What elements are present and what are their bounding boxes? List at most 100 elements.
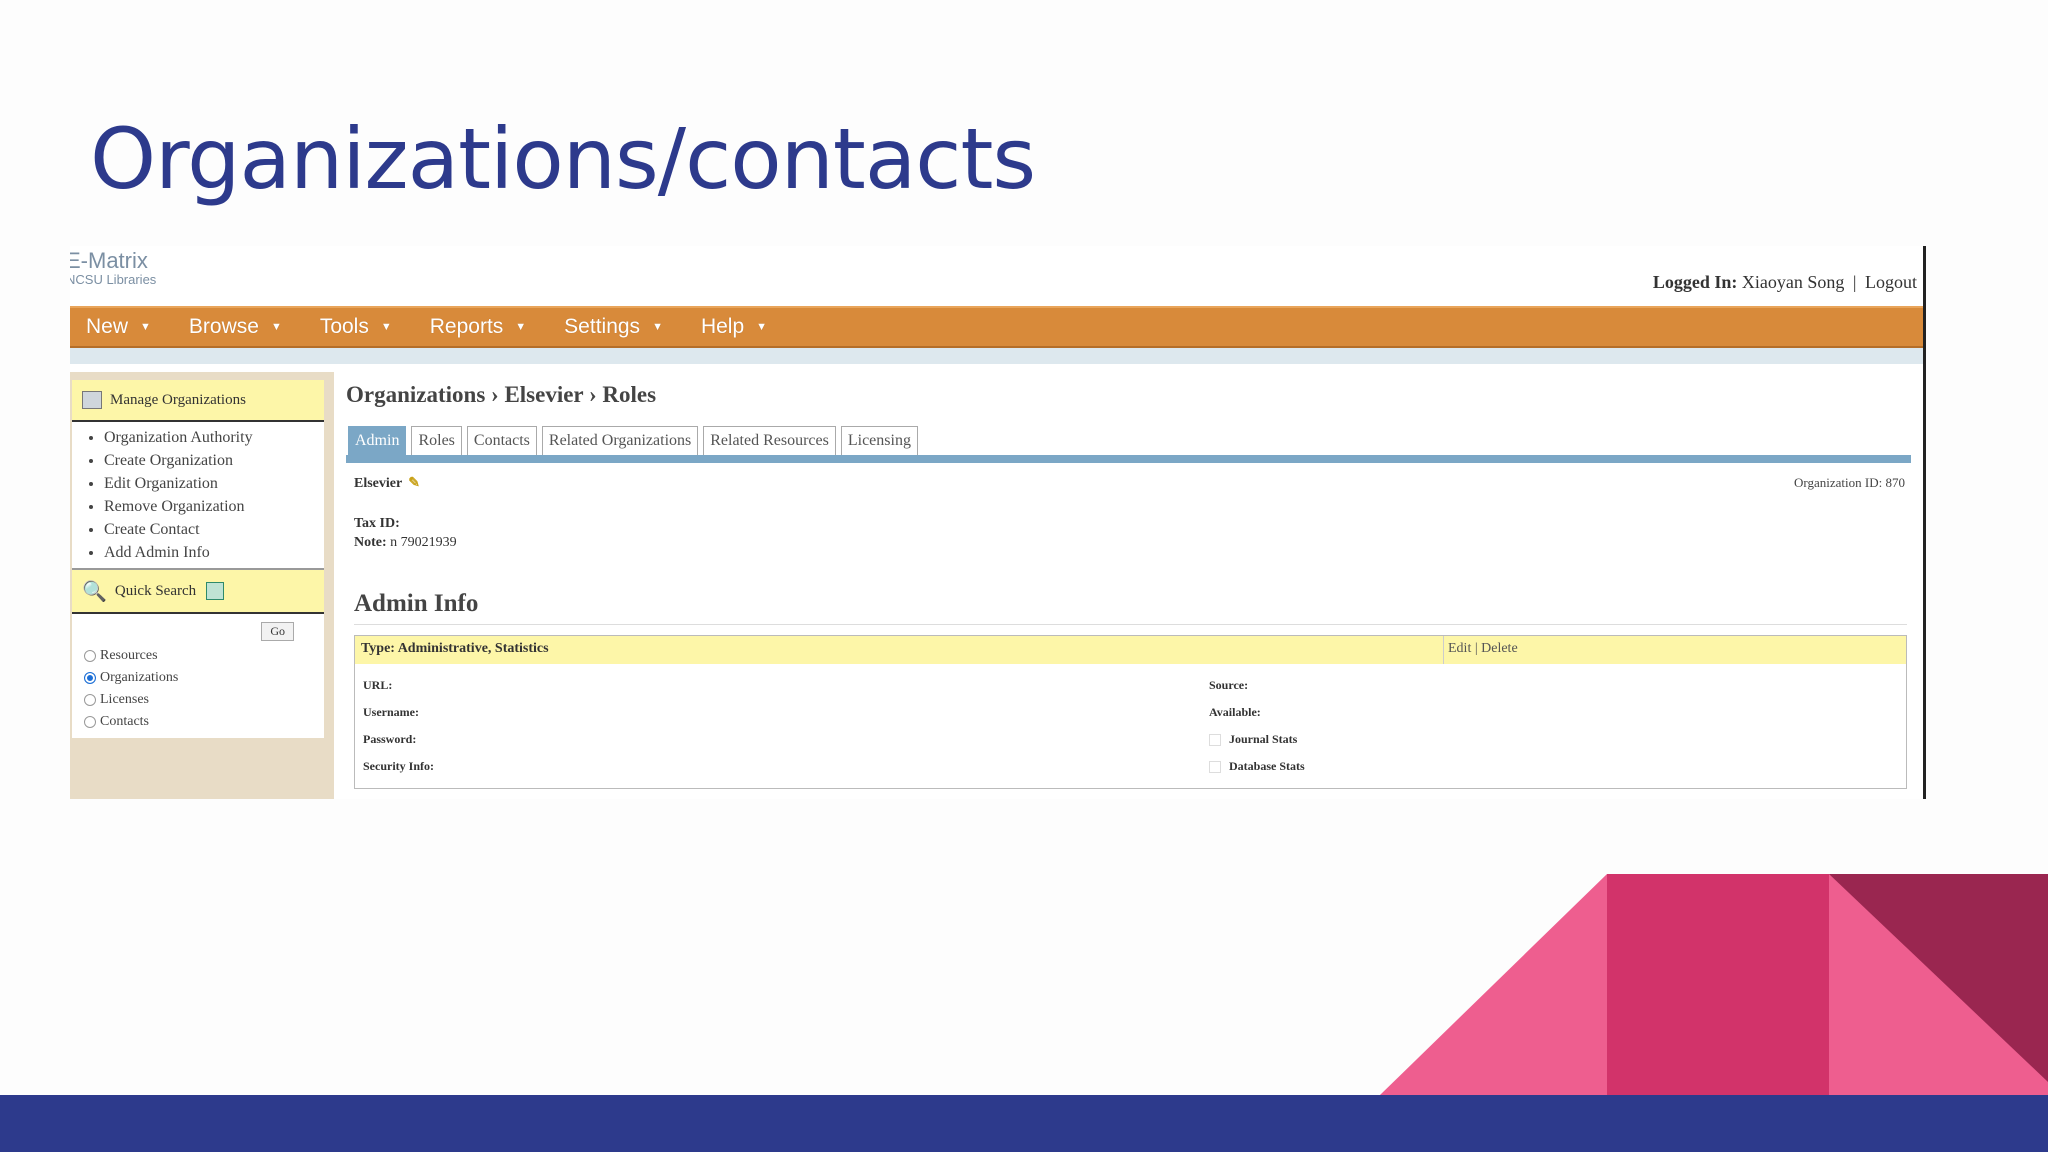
sidebar: Manage Organizations Organization Author… — [72, 380, 324, 738]
admin-info-title: Admin Info — [354, 590, 479, 617]
chevron-down-icon: ▼ — [756, 321, 768, 333]
checkbox[interactable] — [1209, 734, 1221, 747]
note-label: Note: — [354, 535, 387, 550]
quick-search-title: Quick Search — [114, 582, 197, 599]
nav-label: Browse — [188, 315, 259, 338]
url-label: URL: — [363, 678, 393, 692]
radio-label: Licenses — [100, 692, 149, 707]
chevron-down-icon: ▼ — [652, 321, 663, 333]
organization-details: Tax ID: Note: n 79021939 — [346, 514, 1923, 552]
note-value: n 79021939 — [390, 535, 457, 550]
radio-button-selected[interactable] — [84, 672, 96, 684]
admin-info-table: Type: Administrative, Statistics Edit | … — [354, 635, 1907, 789]
footer-band — [0, 1095, 2048, 1152]
login-label: Logged In: — [1652, 272, 1738, 292]
login-separator: | — [1852, 272, 1857, 292]
sidebar-item-create-contact[interactable]: Create Contact — [104, 518, 324, 541]
organization-header: Elsevier ✎ Organization ID: 870 — [346, 475, 1923, 492]
manage-organizations-header: Manage Organizations — [72, 380, 324, 422]
sidebar-item-edit-organization[interactable]: Edit Organization — [104, 472, 324, 495]
organization-id: Organization ID: 870 — [1794, 475, 1905, 490]
quick-search-header: 🔍 Quick Search — [72, 568, 324, 614]
app-logo-name: E-Matrix — [70, 248, 148, 273]
edit-delete-links[interactable]: Edit | Delete — [1444, 636, 1906, 664]
nav-reports[interactable]: Reports ▼ — [430, 315, 526, 339]
nav-tools[interactable]: Tools ▼ — [320, 315, 392, 339]
radio-label: Organizations — [100, 670, 179, 685]
tab-related-resources[interactable]: Related Resources — [703, 426, 836, 455]
radio-label: Contacts — [100, 714, 149, 729]
radio-resources[interactable]: Resources — [84, 648, 158, 664]
tab-roles[interactable]: Roles — [411, 426, 462, 455]
quick-search-panel: Go Resources Organizations Licenses Cont… — [72, 614, 324, 738]
sidebar-item-remove-organization[interactable]: Remove Organization — [104, 495, 324, 518]
radio-organizations[interactable]: Organizations — [84, 670, 178, 686]
app-screenshot: E-Matrix NCSU Libraries Logged In: Xiaoy… — [70, 246, 1926, 799]
login-status: Logged In: Xiaoyan Song | Logout — [1653, 272, 1917, 293]
decorative-shapes — [1380, 874, 2048, 1095]
nav-label: Tools — [319, 315, 369, 338]
available-label: Available: — [1209, 705, 1261, 719]
admin-fields-left: URL: Username: Password: Security Info: — [363, 672, 1209, 780]
pencil-icon[interactable]: ✎ — [408, 476, 420, 491]
divider — [354, 624, 1907, 625]
admin-fields-right: Source: Available: Journal Stats Databas… — [1209, 672, 1305, 780]
database-stats-label: Database Stats — [1229, 759, 1305, 773]
radio-label: Resources — [100, 648, 158, 663]
nav-help[interactable]: Help ▼ — [701, 315, 767, 339]
tab-related-organizations[interactable]: Related Organizations — [541, 426, 699, 455]
chevron-down-icon: ▼ — [380, 321, 392, 333]
nav-label: Help — [700, 315, 745, 338]
source-label: Source: — [1209, 678, 1249, 692]
admin-info-header: Type: Administrative, Statistics Edit | … — [355, 636, 1906, 664]
radio-button[interactable] — [84, 716, 96, 728]
security-info-label: Security Info: — [363, 759, 434, 773]
journal-stats-option[interactable]: Journal Stats — [1209, 726, 1305, 753]
database-stats-option[interactable]: Database Stats — [1209, 753, 1305, 780]
nav-label: Settings — [564, 315, 641, 338]
decorative-triangle-left — [1380, 874, 1607, 1095]
nav-settings[interactable]: Settings ▼ — [564, 315, 663, 339]
main-nav: New ▼ Browse ▼ Tools ▼ Reports ▼ Settings ▼ H… — [70, 306, 1923, 348]
tab-admin[interactable]: Admin — [348, 426, 407, 455]
journal-stats-label: Journal Stats — [1229, 732, 1298, 746]
tax-id-label: Tax ID: — [354, 516, 400, 531]
organization-icon — [82, 391, 102, 409]
chevron-down-icon: ▼ — [515, 321, 527, 333]
sidebar-item-create-organization[interactable]: Create Organization — [104, 449, 324, 472]
tab-licensing[interactable]: Licensing — [840, 426, 918, 455]
quick-search-input[interactable] — [82, 622, 252, 640]
breadcrumb: Organizations › Elsevier › Roles — [346, 382, 657, 407]
radio-contacts[interactable]: Contacts — [84, 714, 149, 730]
password-label: Password: — [363, 732, 417, 746]
spreadsheet-icon[interactable] — [206, 582, 225, 600]
checkbox[interactable] — [1209, 761, 1221, 774]
nav-subbar — [70, 348, 1923, 364]
nav-browse[interactable]: Browse ▼ — [189, 315, 282, 339]
tab-bar: Admin Roles Contacts Related Organizatio… — [346, 426, 1923, 455]
go-button[interactable]: Go — [261, 622, 294, 641]
decorative-square — [1607, 874, 1829, 1095]
radio-button[interactable] — [84, 694, 96, 706]
chevron-down-icon: ▼ — [270, 321, 282, 333]
radio-button[interactable] — [84, 650, 96, 662]
app-logo-subtitle: NCSU Libraries — [70, 272, 157, 287]
tab-contacts[interactable]: Contacts — [466, 426, 537, 455]
search-icon: 🔍 — [82, 580, 107, 603]
radio-licenses[interactable]: Licenses — [84, 692, 149, 708]
sidebar-item-organization-authority[interactable]: Organization Authority — [104, 426, 324, 449]
app-logo[interactable]: E-Matrix NCSU Libraries — [70, 248, 156, 287]
sidebar-item-add-admin-info[interactable]: Add Admin Info — [104, 541, 324, 564]
admin-type: Type: Administrative, Statistics — [355, 636, 1444, 664]
tab-underline — [346, 455, 1911, 463]
nav-label: Reports — [429, 315, 504, 338]
login-user: Xiaoyan Song — [1741, 272, 1845, 292]
organization-name-text: Elsevier — [354, 476, 403, 491]
chevron-down-icon: ▼ — [140, 321, 151, 333]
logout-link[interactable]: Logout — [1865, 272, 1917, 292]
slide-title: Organizations/contacts — [90, 110, 1036, 208]
nav-new[interactable]: New ▼ — [86, 315, 151, 339]
sidebar-menu: Organization Authority Create Organizati… — [72, 422, 324, 568]
admin-info-fields: URL: Username: Password: Security Info: … — [355, 664, 1906, 788]
nav-label: New — [86, 315, 129, 338]
